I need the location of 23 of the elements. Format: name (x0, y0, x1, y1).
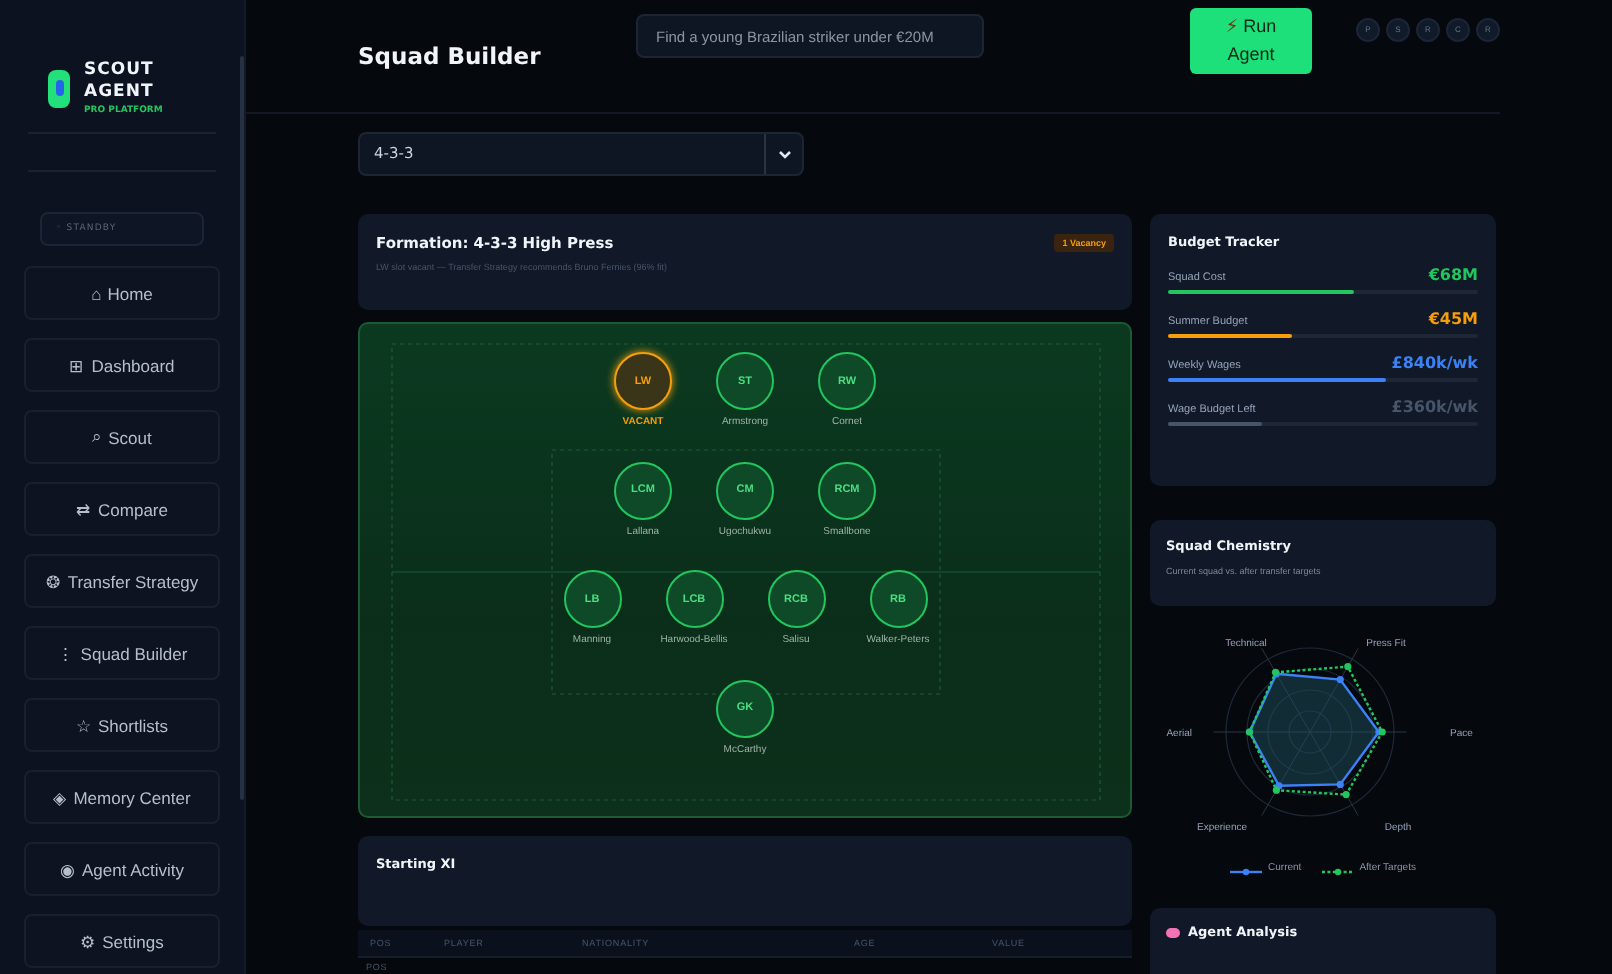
nav-item[interactable]: ⇄ Compare (24, 482, 220, 536)
run-agent-button[interactable]: ⚡ Run Agent (1190, 7, 1312, 73)
brain-icon (1166, 927, 1180, 937)
chevron-icon[interactable] (777, 149, 791, 159)
nav-item[interactable]: ❂ Transfer Strategy (24, 554, 220, 608)
brand-name: SCOUT AGENT (84, 59, 156, 103)
nav-item[interactable]: ⌕ Scout (24, 410, 220, 464)
logo-icon (48, 69, 70, 107)
budget-value: €45M (1428, 310, 1478, 328)
nav-item[interactable]: ◉ Agent Activity (24, 842, 220, 896)
legend-line-icon (1321, 868, 1354, 876)
nav-item[interactable]: ◈ Memory Center (24, 770, 220, 824)
budget-value: €68M (1428, 266, 1478, 284)
page-title: Squad Builder (358, 42, 543, 70)
nav-item[interactable]: ☆ Shortlists (24, 698, 220, 752)
budget-value: £360k/wk (1391, 398, 1478, 416)
nav-item[interactable]: ⋮ Squad Builder (24, 626, 220, 680)
budget-value: £840k/wk (1391, 354, 1478, 372)
scrollbar[interactable] (240, 56, 244, 800)
legend-line-icon (1230, 868, 1263, 876)
nav-item[interactable]: ⌂ Home (24, 266, 220, 320)
nav-item[interactable]: ⊞ Dashboard (24, 338, 220, 392)
nav-item[interactable]: ⚙ Settings (24, 914, 220, 968)
